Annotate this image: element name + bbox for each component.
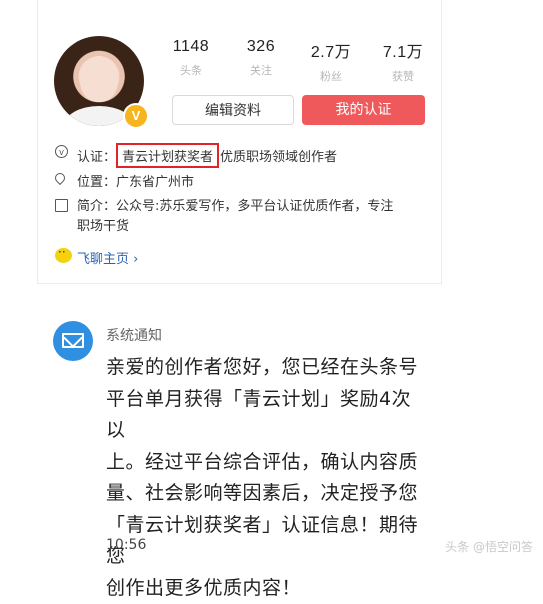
envelope-icon xyxy=(53,321,93,361)
cert-text: 认证：青云计划获奖者优质职场领域创作者 xyxy=(77,143,337,168)
stat-label: 关注 xyxy=(226,62,296,78)
stat-number: 7.1万 xyxy=(368,38,438,62)
stat-number: 326 xyxy=(226,38,296,56)
cert-highlight: 青云计划获奖者 xyxy=(116,143,219,168)
intro-row: 简介：公众号:苏乐爱写作，多平台认证优质作者，专注 职场干货 xyxy=(55,197,445,237)
verified-badge-icon: V xyxy=(123,103,149,129)
notification-body: 亲爱的创作者您好，您已经在头条号 平台单月获得「青云计划」奖励4次以 上。经过平… xyxy=(106,352,426,604)
stat-toutiao[interactable]: 1148 头条 xyxy=(156,38,226,78)
stat-number: 1148 xyxy=(156,38,226,56)
cert-row: v 认证：青云计划获奖者优质职场领域创作者 xyxy=(55,143,435,163)
stat-label: 粉丝 xyxy=(296,68,366,84)
edit-profile-button[interactable]: 编辑资料 xyxy=(172,95,294,125)
location-text: 位置：广东省广州市 xyxy=(77,171,194,190)
envelope-shape xyxy=(62,333,84,348)
stat-label: 头条 xyxy=(156,62,226,78)
notification-line: 量、社会影响等因素后，决定授予您 xyxy=(106,478,426,510)
stat-following[interactable]: 326 关注 xyxy=(226,38,296,78)
feiliao-link-text: 飞聊主页 › xyxy=(77,248,138,267)
stats-bar: 1148 头条 326 关注 2.7万 粉丝 7.1万 获赞 xyxy=(156,38,436,84)
cert-prefix: 认证： xyxy=(77,150,116,165)
feiliao-chat-icon xyxy=(55,248,72,263)
notification-line: 创作出更多优质内容！ xyxy=(106,573,426,604)
notification-line: 「青云计划获奖者」认证信息！期待您 xyxy=(106,510,426,573)
notification-time: 10:56 xyxy=(106,537,146,553)
intro-line: 职场干货 xyxy=(77,217,393,237)
stat-fans[interactable]: 2.7万 粉丝 xyxy=(296,38,366,84)
notification-title: 系统通知 xyxy=(106,325,162,345)
cert-rest: 优质职场领域创作者 xyxy=(220,150,337,165)
my-certification-button[interactable]: 我的认证 xyxy=(302,95,425,125)
avatar-face xyxy=(80,56,118,102)
notification-line: 亲爱的创作者您好，您已经在头条号 xyxy=(106,352,426,384)
document-icon xyxy=(55,199,68,212)
verified-v-icon: v xyxy=(55,145,68,158)
intro-text: 简介：公众号:苏乐爱写作，多平台认证优质作者，专注 职场干货 xyxy=(77,197,393,237)
notification-line: 平台单月获得「青云计划」奖励4次以 xyxy=(106,384,426,447)
watermark: 头条 @悟空问答 xyxy=(445,538,533,555)
stat-number: 2.7万 xyxy=(296,38,366,62)
location-pin-icon xyxy=(55,173,68,186)
stat-label: 获赞 xyxy=(368,68,438,84)
notification-line: 上。经过平台综合评估，确认内容质 xyxy=(106,447,426,479)
stat-likes[interactable]: 7.1万 获赞 xyxy=(368,38,438,84)
intro-line: 简介：公众号:苏乐爱写作，多平台认证优质作者，专注 xyxy=(77,197,393,217)
profile-card: V 1148 头条 326 关注 2.7万 粉丝 7.1万 获赞 编辑资料 我的… xyxy=(37,0,442,284)
location-row: 位置：广东省广州市 xyxy=(55,171,435,189)
